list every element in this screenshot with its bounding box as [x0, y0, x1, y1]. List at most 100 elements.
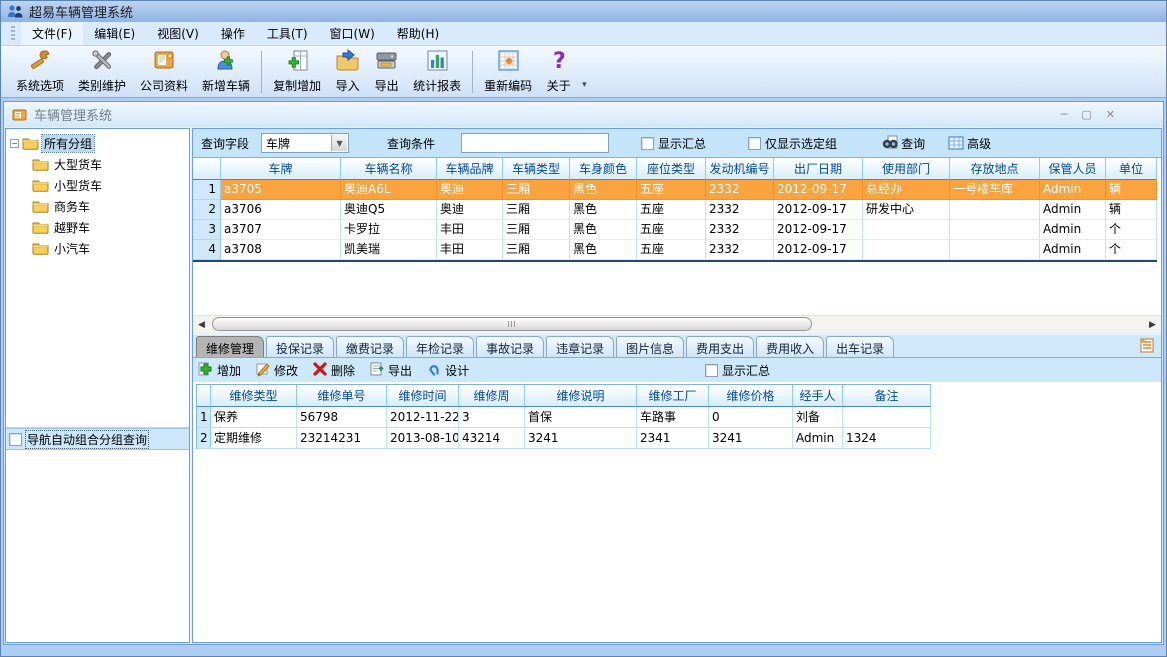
title-bar: 超易车辆管理系统 — [1, 1, 1166, 22]
column-header-车辆名称[interactable]: 车辆名称 — [341, 158, 437, 180]
table-row[interactable]: 3a3707卡罗拉丰田三厢黑色五座23322012-09-17Admin个 — [193, 220, 1161, 240]
column-header-维修说明[interactable]: 维修说明 — [525, 385, 637, 407]
only-selected-group-checkbox[interactable] — [748, 137, 761, 150]
detail-button-设计[interactable]: 设计 — [426, 361, 469, 380]
detail-button-修改[interactable]: 修改 — [255, 361, 298, 380]
column-header-维修时间[interactable]: 维修时间 — [387, 385, 459, 407]
tab-出车记录[interactable]: 出车记录 — [826, 336, 894, 357]
tab-缴费记录[interactable]: 缴费记录 — [336, 336, 404, 357]
toolbar-button-类别维护[interactable]: 类别维护 — [71, 48, 133, 96]
tab-违章记录[interactable]: 违章记录 — [546, 336, 614, 357]
tree-item-root[interactable]: −所有分组 — [10, 133, 187, 154]
chevron-down-icon[interactable]: ▼ — [331, 135, 347, 151]
toolbar-button-重新编码[interactable]: 重新编码 — [477, 48, 539, 96]
column-header-车牌[interactable]: 车牌 — [221, 158, 341, 180]
detail-toolbar: 增加修改删除导出设计 显示汇总 — [193, 358, 1161, 382]
toolbar-button-label: 公司资料 — [140, 77, 188, 94]
toolbar-overflow-icon[interactable]: ▾ — [580, 79, 589, 92]
tree-item-4[interactable]: 越野车 — [10, 217, 187, 238]
scroll-right-icon[interactable]: ▶ — [1144, 316, 1161, 333]
column-header-车身颜色[interactable]: 车身颜色 — [570, 158, 637, 180]
table-cell: 奥迪Q5 — [341, 200, 437, 220]
column-header-座位类型[interactable]: 座位类型 — [637, 158, 706, 180]
maximize-button[interactable]: ▢ — [1081, 108, 1091, 121]
tree-item-5[interactable]: 小汽车 — [10, 238, 187, 259]
column-header-出厂日期[interactable]: 出厂日期 — [774, 158, 863, 180]
toolbar-button-关于[interactable]: ?关于 — [539, 48, 578, 96]
query-field-select[interactable]: 车牌 ▼ — [261, 133, 349, 153]
detail-show-summary-checkbox[interactable] — [705, 364, 718, 377]
column-header-备注[interactable]: 备注 — [843, 385, 931, 407]
tab-事故记录[interactable]: 事故记录 — [476, 336, 544, 357]
toolbar-button-统计报表[interactable]: 统计报表 — [406, 48, 468, 96]
table-row[interactable]: 2定期维修232142312013-08-1043214324123413241… — [197, 428, 931, 449]
tab-图片信息[interactable]: 图片信息 — [616, 336, 684, 357]
menu-item-1[interactable]: 文件(F) — [21, 22, 83, 45]
column-header-使用部门[interactable]: 使用部门 — [863, 158, 950, 180]
menu-bar: 文件(F)编辑(E)视图(V)操作工具(T)窗口(W)帮助(H) — [1, 22, 1166, 46]
tree-item-2[interactable]: 小型货车 — [10, 175, 187, 196]
column-header-发动机编号[interactable]: 发动机编号 — [706, 158, 774, 180]
column-header-维修单号[interactable]: 维修单号 — [297, 385, 387, 407]
tree-item-3[interactable]: 商务车 — [10, 196, 187, 217]
column-header-车辆类型[interactable]: 车辆类型 — [503, 158, 570, 180]
nav-auto-group-label[interactable]: 导航自动组合分组查询 — [26, 431, 148, 448]
tab-费用收入[interactable]: 费用收入 — [756, 336, 824, 357]
column-header-维修类型[interactable]: 维修类型 — [211, 385, 297, 407]
table-row[interactable]: 2a3706奥迪Q5奥迪三厢黑色五座23322012-09-17研发中心Admi… — [193, 200, 1161, 220]
wrench-icon — [28, 48, 53, 76]
search-button[interactable]: 查询 — [881, 134, 925, 152]
column-header-存放地点[interactable]: 存放地点 — [950, 158, 1040, 180]
toolbar-button-公司资料[interactable]: 公司资料 — [133, 48, 195, 96]
column-header-维修周[interactable]: 维修周 — [459, 385, 525, 407]
menu-item-7[interactable]: 帮助(H) — [386, 22, 450, 45]
menu-item-3[interactable]: 视图(V) — [146, 22, 210, 45]
toolbar-button-新增车辆[interactable]: 新增车辆 — [195, 48, 257, 96]
edit-hand-icon — [255, 361, 271, 380]
tree-item-1[interactable]: 大型货车 — [10, 154, 187, 175]
scroll-left-icon[interactable]: ◀ — [193, 316, 210, 333]
menu-item-5[interactable]: 工具(T) — [256, 22, 319, 45]
nav-auto-group-checkbox[interactable] — [9, 433, 22, 446]
menu-item-6[interactable]: 窗口(W) — [319, 22, 386, 45]
table-row[interactable]: 4a3708凯美瑞丰田三厢黑色五座23322012-09-17Admin个 — [193, 240, 1161, 260]
tab-投保记录[interactable]: 投保记录 — [266, 336, 334, 357]
column-header-单位[interactable]: 单位 — [1106, 158, 1157, 180]
column-header-经手人[interactable]: 经手人 — [793, 385, 843, 407]
table-row[interactable]: 1保养567982012-11-223首保车路事0刘备 — [197, 407, 931, 428]
tab-费用支出[interactable]: 费用支出 — [686, 336, 754, 357]
menu-item-4[interactable]: 操作 — [210, 22, 256, 45]
show-summary-checkbox[interactable] — [641, 137, 654, 150]
tab-维修管理[interactable]: 维修管理 — [196, 336, 264, 357]
column-header-维修价格[interactable]: 维修价格 — [709, 385, 793, 407]
toolbar-button-导出[interactable]: 导出 — [367, 48, 406, 96]
table-row[interactable]: 1a3705奥迪A6L奥迪三厢黑色五座23322012-09-17总经办一号楼车… — [193, 180, 1161, 200]
horizontal-scrollbar[interactable]: ◀ ▶ — [193, 315, 1161, 332]
column-header-维修工厂[interactable]: 维修工厂 — [637, 385, 709, 407]
toolbar-button-系统选项[interactable]: 系统选项 — [9, 48, 71, 96]
sidebar-empty-panel — [6, 450, 189, 642]
table-cell — [843, 407, 931, 428]
row-number-cell: 1 — [197, 407, 211, 428]
inner-title-bar: 车辆管理系统 ─ ▢ ✕ — [4, 102, 1163, 127]
menu-item-2[interactable]: 编辑(E) — [83, 22, 146, 45]
tree-collapse-icon[interactable]: − — [10, 139, 19, 148]
column-header-车辆品牌[interactable]: 车辆品牌 — [437, 158, 503, 180]
main-toolbar: 系统选项类别维护公司资料新增车辆复制增加导入导出统计报表重新编码?关于▾ — [1, 46, 1166, 98]
toolbar-button-导入[interactable]: 导入 — [328, 48, 367, 96]
minimize-button[interactable]: ─ — [1061, 108, 1068, 121]
detail-button-导出[interactable]: 导出 — [369, 361, 412, 380]
detail-button-增加[interactable]: 增加 — [198, 361, 241, 380]
table-cell: Admin — [1040, 220, 1106, 240]
toolbar-button-复制增加[interactable]: 复制增加 — [266, 48, 328, 96]
query-condition-input[interactable] — [461, 133, 609, 153]
menu-gripper[interactable] — [11, 26, 15, 42]
advanced-button[interactable]: 高级 — [947, 134, 991, 152]
scrollbar-thumb[interactable] — [212, 317, 812, 331]
tab-年检记录[interactable]: 年检记录 — [406, 336, 474, 357]
detail-button-删除[interactable]: 删除 — [312, 361, 355, 380]
tab-list-button[interactable] — [1136, 336, 1156, 355]
close-button[interactable]: ✕ — [1106, 108, 1115, 121]
toolbar-button-label: 复制增加 — [273, 77, 321, 94]
column-header-保管人员[interactable]: 保管人员 — [1040, 158, 1106, 180]
